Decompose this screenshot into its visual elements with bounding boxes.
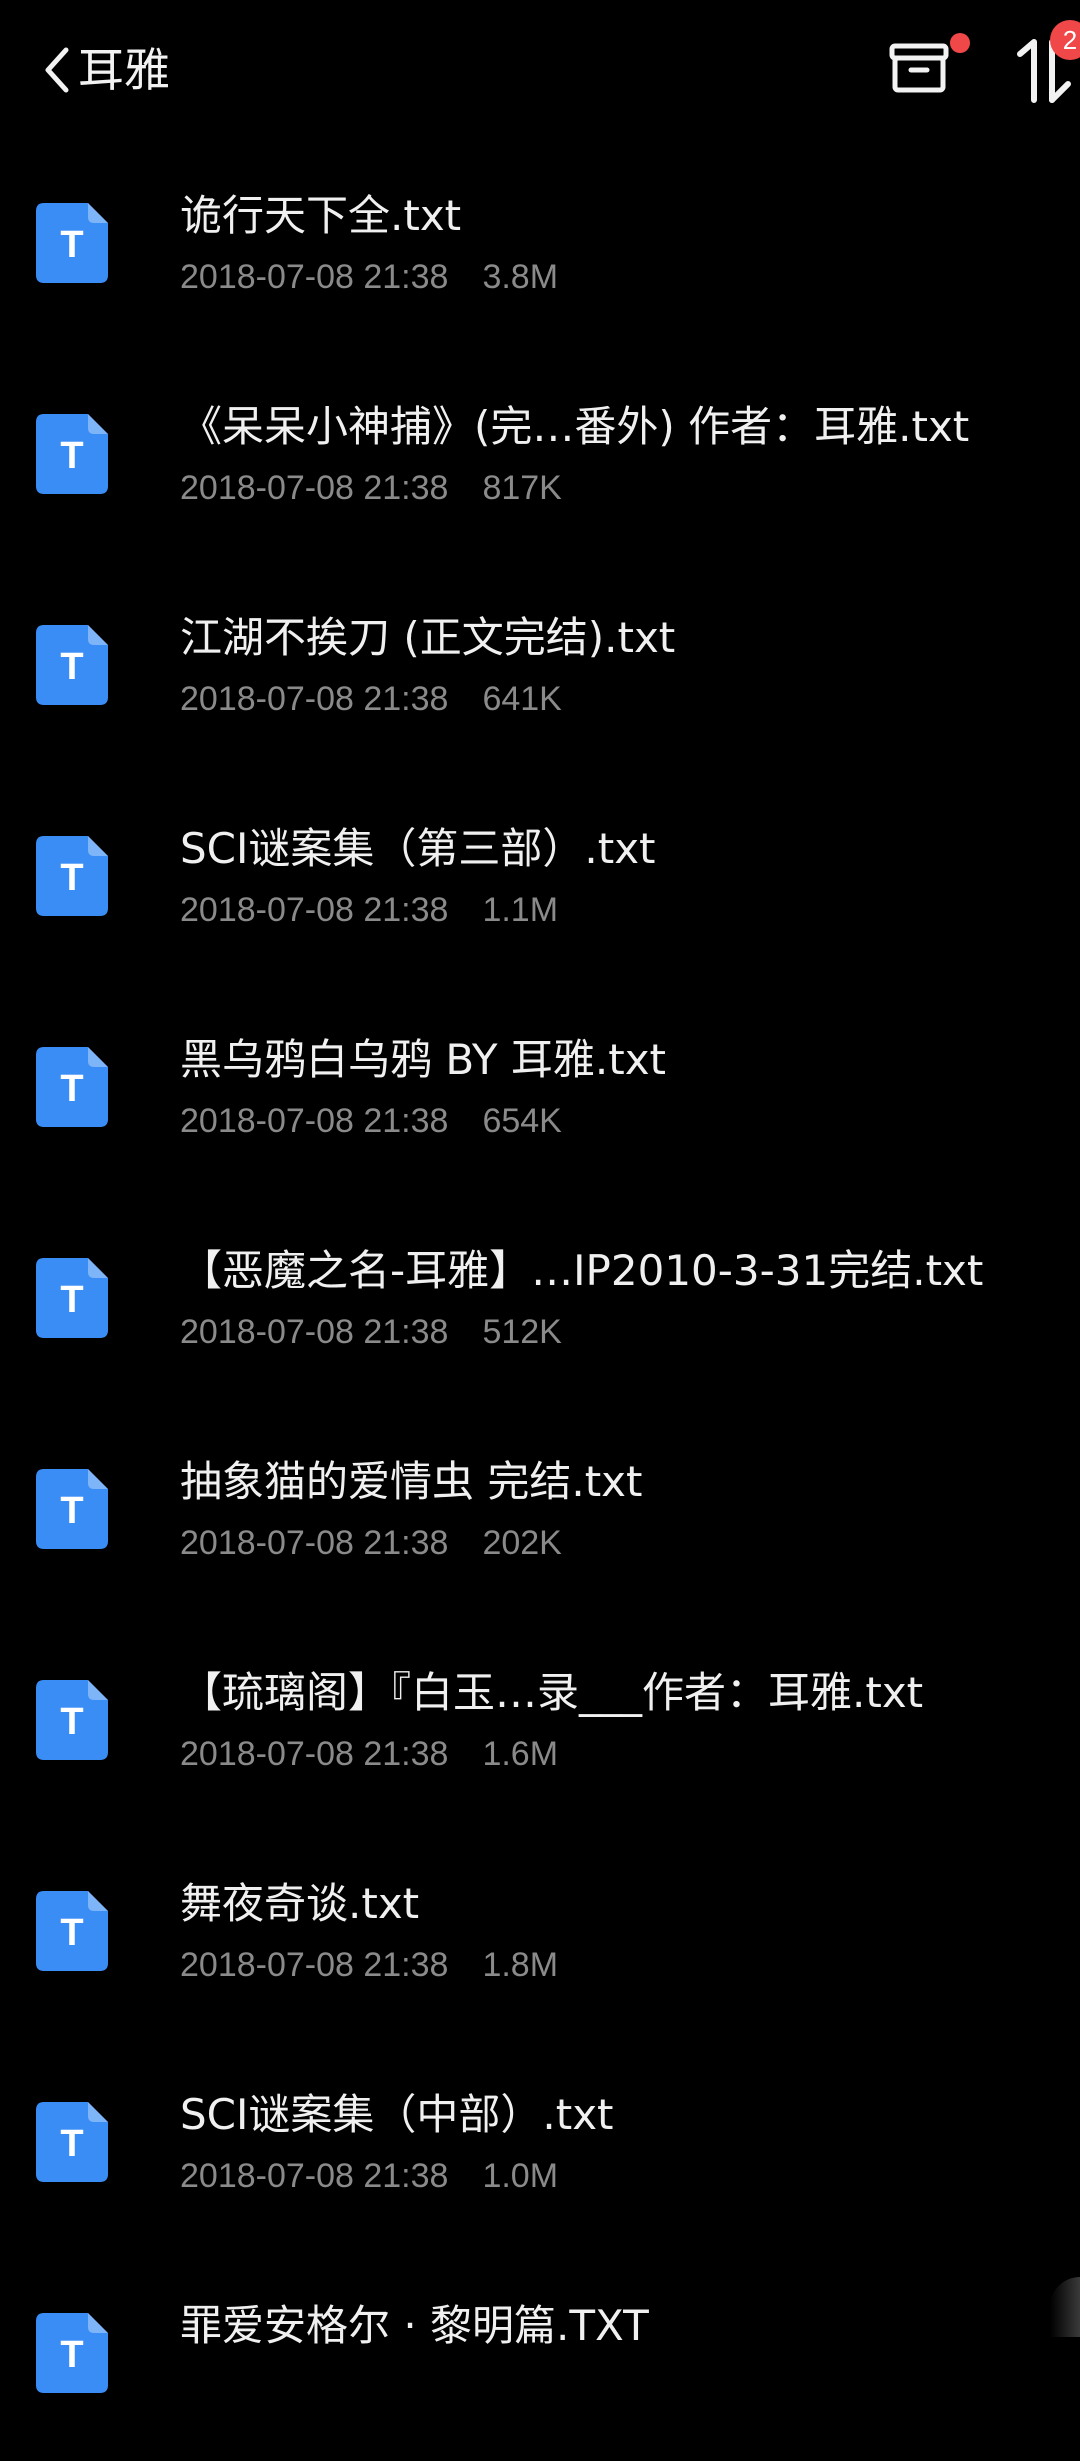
- file-size: 202K: [482, 1524, 562, 1562]
- file-icon-letter: T: [60, 2334, 83, 2376]
- file-meta: 2018-07-08 21:38 641K: [180, 680, 562, 719]
- file-meta: 2018-07-08 21:38 1.1M: [180, 891, 558, 930]
- file-name: 舞夜奇谈.txt: [180, 1880, 420, 1928]
- file-name: 《呆呆小神捕》(完…番外) 作者：耳雅.txt: [180, 403, 970, 451]
- file-date: 2018-07-08 21:38: [180, 2157, 449, 2195]
- text-file-icon: T: [36, 1469, 108, 1549]
- file-meta: 2018-07-08 21:38 817K: [180, 469, 562, 508]
- file-icon-letter: T: [60, 2123, 83, 2165]
- file-name: 江湖不挨刀 (正文完结).txt: [180, 614, 676, 662]
- file-date: 2018-07-08 21:38: [180, 680, 449, 718]
- file-date: 2018-07-08 21:38: [180, 1102, 449, 1140]
- file-size: 654K: [482, 1102, 562, 1140]
- file-size: 512K: [482, 1313, 562, 1351]
- text-file-icon: T: [36, 2313, 108, 2393]
- chevron-left-icon: [45, 47, 69, 93]
- text-file-icon: T: [36, 1680, 108, 1760]
- file-date: 2018-07-08 21:38: [180, 1313, 449, 1351]
- file-meta: 2018-07-08 21:38 1.8M: [180, 1946, 558, 1985]
- file-meta: 2018-07-08 21:38 654K: [180, 1102, 562, 1141]
- file-row[interactable]: T 江湖不挨刀 (正文完结).txt 2018-07-08 21:38 641K: [0, 562, 1080, 773]
- file-meta: 2018-07-08 21:38 512K: [180, 1313, 562, 1352]
- file-name: 黑乌鸦白乌鸦 BY 耳雅.txt: [180, 1036, 667, 1084]
- file-name: 【琉璃阁】『白玉…录___作者：耳雅.txt: [180, 1669, 924, 1717]
- file-name: 抽象猫的爱情虫 完结.txt: [180, 1458, 643, 1506]
- text-file-icon: T: [36, 1258, 108, 1338]
- file-size: 1.1M: [482, 891, 559, 929]
- file-row[interactable]: T SCI谜案集（中部）.txt 2018-07-08 21:38 1.0M: [0, 2039, 1080, 2250]
- file-size: 1.8M: [482, 1946, 559, 1984]
- file-date: 2018-07-08 21:38: [180, 258, 449, 296]
- file-size: 3.8M: [482, 258, 559, 296]
- file-meta: [180, 2368, 214, 2407]
- back-button[interactable]: 耳雅: [40, 30, 190, 110]
- file-date: 2018-07-08 21:38: [180, 1946, 449, 1984]
- top-bar: 耳雅 2: [0, 0, 1080, 140]
- file-icon-letter: T: [60, 1490, 83, 1532]
- file-size: 1.0M: [482, 2157, 559, 2195]
- file-meta: 2018-07-08 21:38 202K: [180, 1524, 562, 1563]
- file-size: 1.6M: [482, 1735, 559, 1773]
- file-row[interactable]: T 【琉璃阁】『白玉…录___作者：耳雅.txt 2018-07-08 21:3…: [0, 1617, 1080, 1828]
- file-row[interactable]: T 抽象猫的爱情虫 完结.txt 2018-07-08 21:38 202K: [0, 1406, 1080, 1617]
- file-row[interactable]: T 黑乌鸦白乌鸦 BY 耳雅.txt 2018-07-08 21:38 654K: [0, 984, 1080, 1195]
- file-icon-letter: T: [60, 646, 83, 688]
- file-row[interactable]: T 《呆呆小神捕》(完…番外) 作者：耳雅.txt 2018-07-08 21:…: [0, 351, 1080, 562]
- file-icon-letter: T: [60, 857, 83, 899]
- page-title: 耳雅: [78, 43, 170, 97]
- file-date: 2018-07-08 21:38: [180, 1524, 449, 1562]
- file-icon-letter: T: [60, 435, 83, 477]
- text-file-icon: T: [36, 203, 108, 283]
- file-size: 817K: [482, 469, 562, 507]
- text-file-icon: T: [36, 414, 108, 494]
- file-list: T 诡行天下全.txt 2018-07-08 21:38 3.8M T 《呆呆小神…: [0, 140, 1080, 2461]
- file-name: 诡行天下全.txt: [180, 192, 462, 240]
- file-row[interactable]: T 舞夜奇谈.txt 2018-07-08 21:38 1.8M: [0, 1828, 1080, 2039]
- file-name: SCI谜案集（第三部）.txt: [180, 825, 656, 873]
- file-date: 2018-07-08 21:38: [180, 1735, 449, 1773]
- notification-dot: [950, 33, 970, 53]
- file-date: 2018-07-08 21:38: [180, 469, 449, 507]
- file-name: 【恶魔之名-耳雅】…IP2010-3-31完结.txt: [180, 1247, 984, 1295]
- text-file-icon: T: [36, 1047, 108, 1127]
- file-meta: 2018-07-08 21:38 1.0M: [180, 2157, 558, 2196]
- file-size: 641K: [482, 680, 562, 718]
- text-file-icon: T: [36, 836, 108, 916]
- file-meta: 2018-07-08 21:38 1.6M: [180, 1735, 558, 1774]
- file-icon-letter: T: [60, 1279, 83, 1321]
- text-file-icon: T: [36, 1891, 108, 1971]
- file-row[interactable]: T 罪爱安格尔 · 黎明篇.TXT: [0, 2250, 1080, 2461]
- file-icon-letter: T: [60, 1068, 83, 1110]
- file-icon-letter: T: [60, 1701, 83, 1743]
- file-row[interactable]: T 【恶魔之名-耳雅】…IP2010-3-31完结.txt 2018-07-08…: [0, 1195, 1080, 1406]
- file-row[interactable]: T 诡行天下全.txt 2018-07-08 21:38 3.8M: [0, 140, 1080, 351]
- file-name: SCI谜案集（中部）.txt: [180, 2091, 614, 2139]
- file-meta: 2018-07-08 21:38 3.8M: [180, 258, 558, 297]
- file-icon-letter: T: [60, 224, 83, 266]
- text-file-icon: T: [36, 625, 108, 705]
- text-file-icon: T: [36, 2102, 108, 2182]
- file-icon-letter: T: [60, 1912, 83, 1954]
- file-date: 2018-07-08 21:38: [180, 891, 449, 929]
- file-row[interactable]: T SCI谜案集（第三部）.txt 2018-07-08 21:38 1.1M: [0, 773, 1080, 984]
- file-name: 罪爱安格尔 · 黎明篇.TXT: [180, 2302, 649, 2350]
